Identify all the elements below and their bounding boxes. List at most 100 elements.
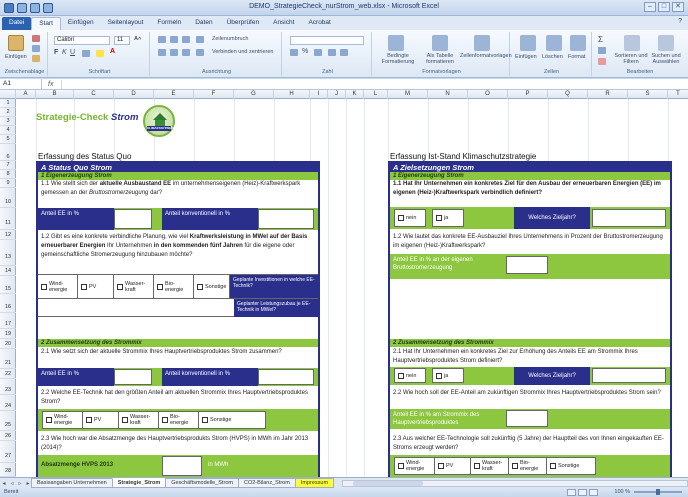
fx-icon[interactable]: fx <box>48 81 53 88</box>
paste-button[interactable]: Einfügen <box>5 54 27 60</box>
tab-datei[interactable]: Datei <box>2 17 32 30</box>
sort-filter-icon[interactable] <box>624 35 640 51</box>
format-as-table-icon[interactable] <box>432 35 448 51</box>
row-header[interactable]: 3 <box>0 117 16 126</box>
paste-icon[interactable] <box>8 35 24 51</box>
column-header[interactable]: M <box>388 90 428 99</box>
font-color-icon[interactable]: A <box>110 48 115 55</box>
cell-styles-icon[interactable] <box>474 35 490 51</box>
percent-icon[interactable]: % <box>302 48 308 55</box>
row-header[interactable]: 26 <box>0 431 16 441</box>
checkbox-wind[interactable]: Wind-energie <box>38 275 78 298</box>
help-icon[interactable]: ? <box>678 18 682 30</box>
format-cells-button[interactable]: Format <box>568 54 585 60</box>
increase-decimal-icon[interactable] <box>328 49 336 56</box>
checkbox-sonstige[interactable]: Sonstige <box>194 275 230 298</box>
wrap-text-button[interactable]: Zeilenumbruch <box>212 36 248 42</box>
fill-color-icon[interactable] <box>96 50 104 57</box>
column-header[interactable]: Q <box>548 90 588 99</box>
anteil-ee-input[interactable] <box>114 209 152 229</box>
cut-icon[interactable] <box>32 35 40 42</box>
column-header[interactable]: G <box>234 90 274 99</box>
row-header[interactable]: 19 <box>0 329 16 339</box>
row-header[interactable]: 5 <box>0 135 16 144</box>
column-header[interactable]: P <box>508 90 548 99</box>
target-year-input[interactable] <box>592 209 666 227</box>
row-header[interactable]: 4 <box>0 126 16 135</box>
merge-center-button[interactable]: Verbinden und zentrieren <box>212 49 273 55</box>
orientation-icon[interactable] <box>196 36 204 43</box>
column-header[interactable]: H <box>274 90 310 99</box>
row-header[interactable]: 6 <box>0 144 16 161</box>
font-name-combo[interactable]: Calibri <box>54 36 110 45</box>
row-header[interactable]: 25 <box>0 411 16 431</box>
row-header[interactable]: 15 <box>0 276 16 294</box>
sheet-tab[interactable]: Geschäftsmodelle_Strom <box>165 478 239 488</box>
maximize-button[interactable]: □ <box>658 2 670 12</box>
worksheet[interactable]: Strategie-Check Strom KLIMASTADTWERK Erf… <box>16 99 688 477</box>
mix-anteil-konv-input[interactable] <box>258 369 314 385</box>
decrease-decimal-icon[interactable] <box>340 49 348 56</box>
row-header[interactable]: 21 <box>0 349 16 369</box>
row-header[interactable]: 11 <box>0 208 16 230</box>
next-sheet-icon[interactable]: ▹ <box>16 480 24 487</box>
format-painter-icon[interactable] <box>32 55 40 62</box>
row-header[interactable]: 7 <box>0 161 16 170</box>
sheet-tab-active[interactable]: Strategie_Strom <box>111 478 167 488</box>
row-header[interactable]: 12 <box>0 230 16 240</box>
anteil-konv-input[interactable] <box>258 209 314 229</box>
checkbox-wasser[interactable]: Wasser-kraft <box>471 458 509 474</box>
delete-cells-icon[interactable] <box>546 35 562 51</box>
row-header[interactable]: 23 <box>0 379 16 395</box>
checkbox-bio[interactable]: Bio-energie <box>154 275 194 298</box>
checkbox-ja[interactable]: ja <box>432 209 464 227</box>
sheet-tab[interactable]: Impressum <box>294 478 335 488</box>
conditional-format-button[interactable]: Bedingte Formatierung <box>376 53 420 65</box>
checkbox-wind[interactable]: Wind-energie <box>395 458 435 474</box>
tab-formeln[interactable]: Formeln <box>150 17 188 30</box>
clear-icon[interactable] <box>598 58 606 65</box>
row-header[interactable]: 10 <box>0 188 16 208</box>
find-select-button[interactable]: Suchen und Auswählen <box>648 53 684 65</box>
row-header[interactable]: 20 <box>0 339 16 349</box>
copy-icon[interactable] <box>32 45 40 52</box>
grow-font-icon[interactable]: A˄ <box>134 36 141 42</box>
checkbox-bio[interactable]: Bio-energie <box>159 412 199 428</box>
sheet-tab[interactable]: CO2-Bilanz_Strom <box>237 478 296 488</box>
checkbox-nein[interactable]: nein <box>394 368 426 383</box>
checkbox-sonstige[interactable]: Sonstige <box>547 458 595 474</box>
horizontal-scrollbar[interactable] <box>342 479 688 487</box>
minimize-button[interactable]: – <box>644 2 656 12</box>
absatz-input[interactable] <box>162 456 202 476</box>
thousands-icon[interactable] <box>314 49 322 56</box>
zoom-level[interactable]: 100 % <box>614 489 630 495</box>
column-header[interactable]: S <box>628 90 668 99</box>
page-break-icon[interactable] <box>589 489 598 496</box>
checkbox-pv[interactable]: PV <box>78 275 114 298</box>
checkbox-wasser[interactable]: Wasser-kraft <box>114 275 154 298</box>
align-center-icon[interactable] <box>170 49 178 56</box>
checkbox-wasser[interactable]: Wasser-kraft <box>119 412 159 428</box>
checkbox-pv[interactable]: PV <box>83 412 119 428</box>
tab-einfuegen[interactable]: Einfügen <box>61 17 101 30</box>
indent-icon[interactable] <box>196 49 204 56</box>
row-header[interactable]: 27 <box>0 441 16 463</box>
align-left-icon[interactable] <box>158 49 166 56</box>
row-header[interactable]: 17 <box>0 313 16 329</box>
close-button[interactable]: ✕ <box>672 2 684 12</box>
find-select-icon[interactable] <box>658 35 674 51</box>
sort-filter-button[interactable]: Sortieren und Filtern <box>614 53 648 65</box>
align-middle-icon[interactable] <box>170 36 178 43</box>
row-header[interactable]: 14 <box>0 266 16 276</box>
column-header[interactable]: E <box>154 90 194 99</box>
underline-icon[interactable]: U <box>70 49 75 56</box>
column-header[interactable]: L <box>364 90 388 99</box>
row-header[interactable]: 22 <box>0 369 16 379</box>
fill-icon[interactable] <box>598 47 606 54</box>
first-sheet-icon[interactable]: ◂ <box>0 480 8 487</box>
column-header[interactable]: D <box>114 90 154 99</box>
row-header[interactable]: 13 <box>0 240 16 266</box>
column-header[interactable]: F <box>194 90 234 99</box>
row-header[interactable]: 16 <box>0 294 16 313</box>
tab-seitenlayout[interactable]: Seitenlayout <box>101 17 151 30</box>
